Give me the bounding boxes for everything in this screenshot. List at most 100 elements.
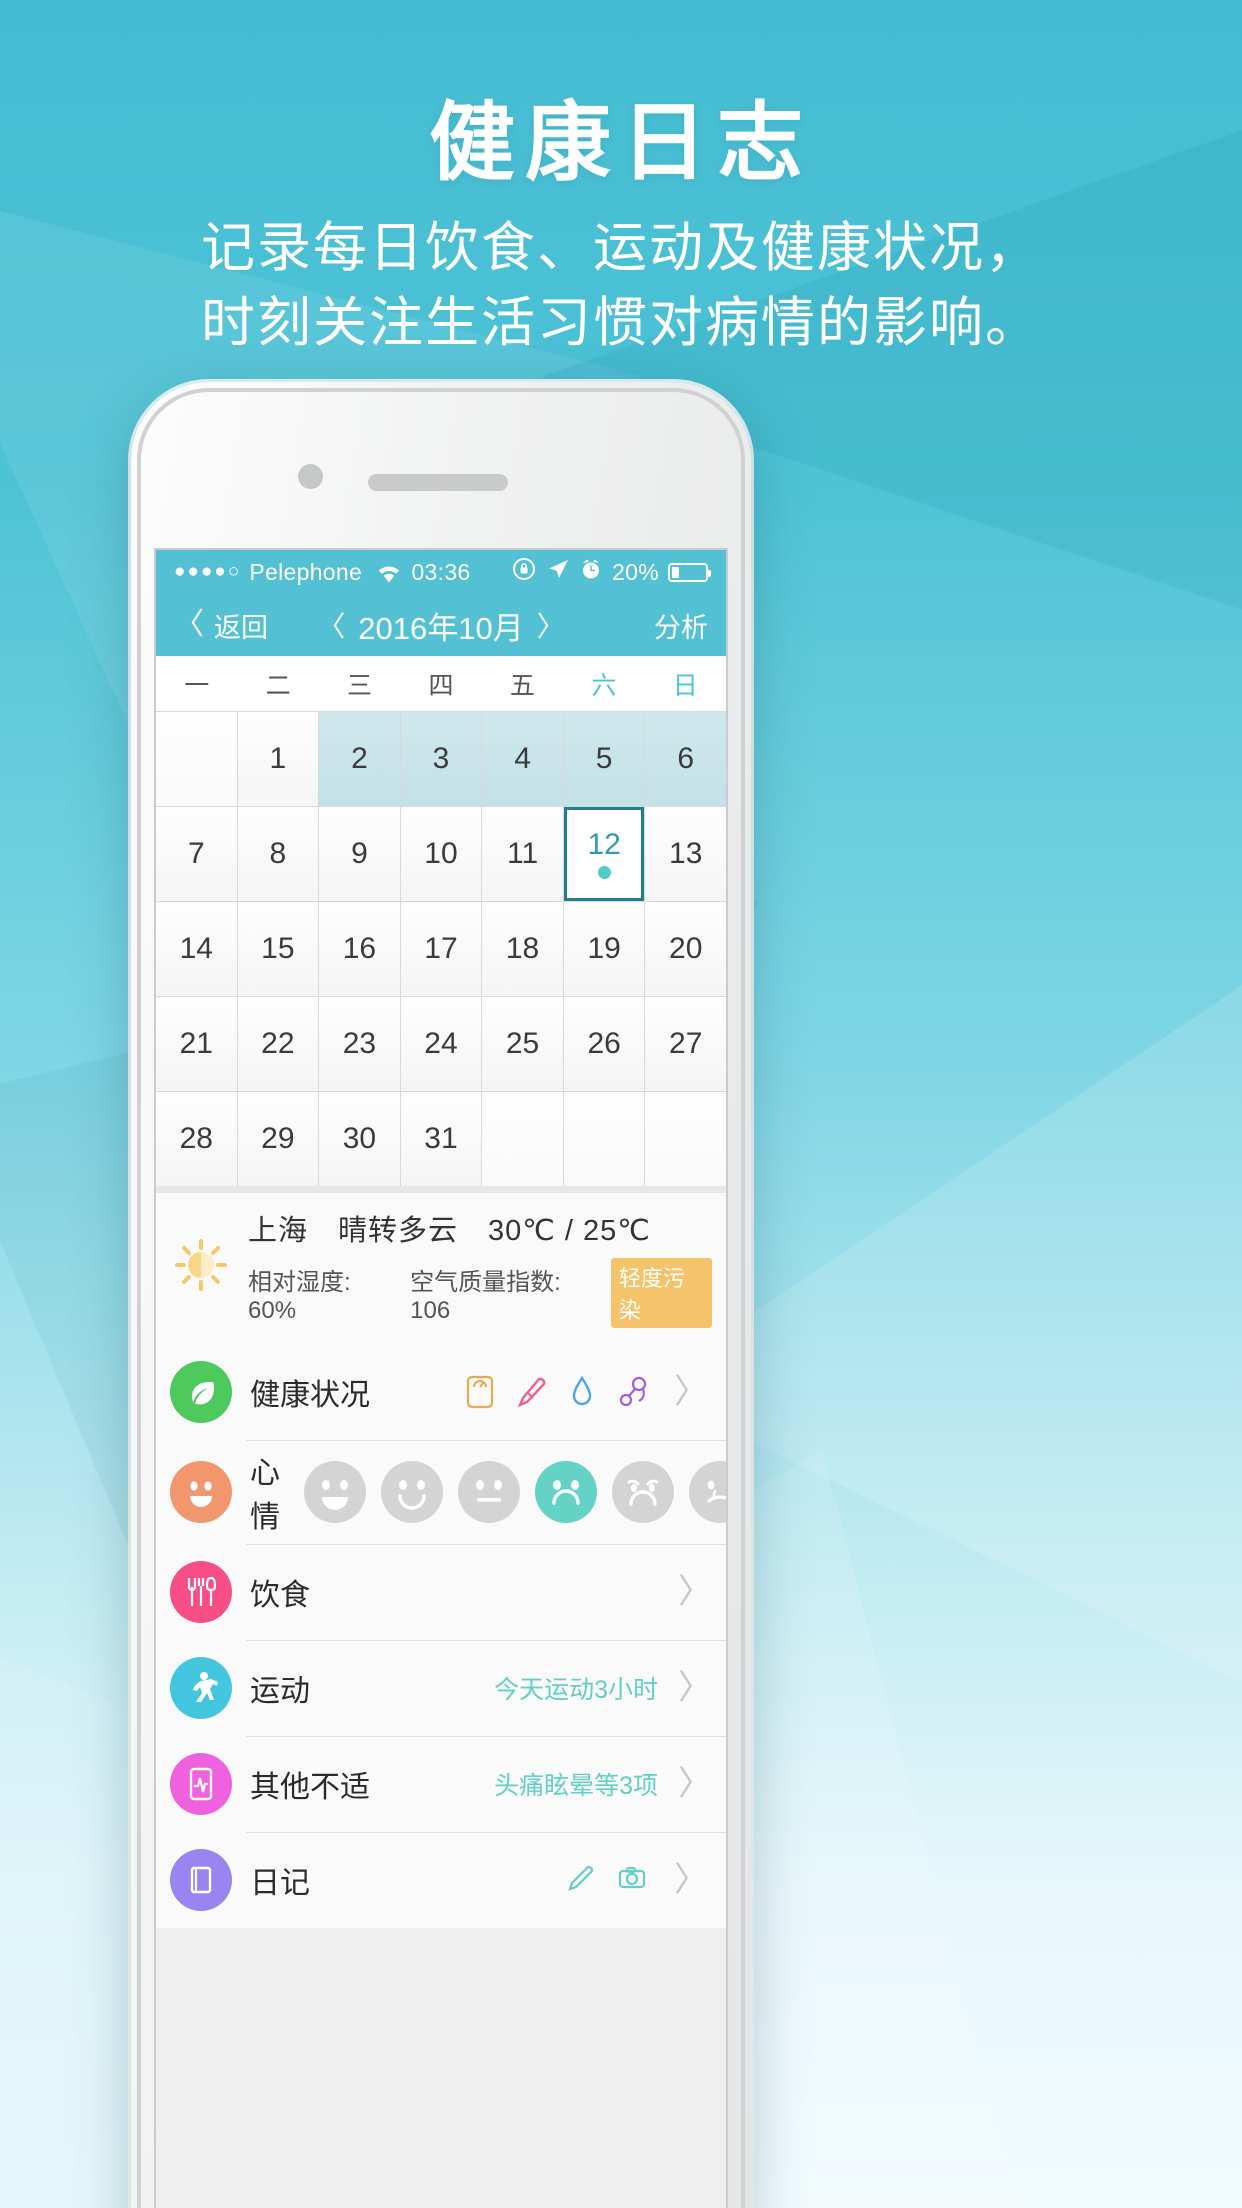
calendar-day-3[interactable]: 3 xyxy=(400,712,482,806)
calendar-day-28[interactable]: 28 xyxy=(156,1092,237,1186)
calendar-day-4[interactable]: 4 xyxy=(482,712,563,806)
calendar-day-26[interactable]: 26 xyxy=(563,997,645,1091)
mood-option-upset-face[interactable] xyxy=(689,1461,726,1523)
calendar-day-30[interactable]: 30 xyxy=(319,1092,400,1186)
calendar-day-16[interactable]: 16 xyxy=(319,902,400,996)
analysis-button[interactable]: 分析 xyxy=(654,606,708,645)
weekday-label-2: 三 xyxy=(347,671,373,700)
back-button[interactable]: 〈 返回 xyxy=(174,606,268,645)
calendar-day-22[interactable]: 22 xyxy=(237,997,319,1091)
calendar-day-17[interactable]: 17 xyxy=(400,902,482,996)
weather-details: 相对湿度: 60% 空气质量指数: 106 轻度污染 xyxy=(248,1258,712,1328)
promo-subtitle-line1: 记录每日饮食、运动及健康状况， xyxy=(201,218,1041,279)
calendar-day-14[interactable]: 14 xyxy=(156,902,237,996)
calendar-day-number: 20 xyxy=(669,932,703,965)
calendar-day-8[interactable]: 8 xyxy=(237,807,319,901)
calendar-day-24[interactable]: 24 xyxy=(400,997,482,1091)
chevron-left-icon: 〈 xyxy=(174,608,204,641)
calendar-day-number: 4 xyxy=(514,742,531,775)
weekday-label-5: 六 xyxy=(591,671,617,700)
scale-icon[interactable] xyxy=(464,1375,498,1409)
calendar-day-25[interactable]: 25 xyxy=(482,997,563,1091)
calendar-day-27[interactable]: 27 xyxy=(645,997,726,1091)
list-item-exercise[interactable]: 运动 今天运动3小时 〉 xyxy=(156,1640,726,1736)
day-detail-list: 上海 晴转多云 30℃ / 25℃ 相对湿度: 60% 空气质量指数: 106 … xyxy=(156,1186,726,1928)
weather-text: 上海 晴转多云 30℃ / 25℃ 相对湿度: 60% 空气质量指数: 106 … xyxy=(248,1207,712,1328)
chevron-right-icon: 〉 xyxy=(674,1861,708,1899)
calendar-day-number: 22 xyxy=(261,1027,295,1060)
calendar-day-number: 14 xyxy=(179,932,213,965)
status-right-group: 20% xyxy=(511,556,711,588)
mood-option-crying-face[interactable] xyxy=(612,1461,674,1523)
weekday-label-1: 二 xyxy=(265,671,291,700)
battery-icon xyxy=(668,562,711,582)
calendar-day-number: 1 xyxy=(269,742,287,775)
calendar-day-number: 18 xyxy=(505,932,540,965)
calendar-day-20[interactable]: 20 xyxy=(645,902,726,996)
calendar-day-11[interactable]: 11 xyxy=(482,807,563,901)
calendar-day-number: 6 xyxy=(677,742,695,775)
diary-indicator-icons: 〉 xyxy=(566,1863,708,1897)
camera-icon[interactable] xyxy=(617,1863,651,1897)
calendar-day-18[interactable]: 18 xyxy=(482,902,563,996)
calendar-day-5[interactable]: 5 xyxy=(563,712,645,806)
mood-option-neutral-face[interactable] xyxy=(458,1461,520,1523)
month-title: 2016年10月 xyxy=(358,610,524,646)
pen-icon[interactable] xyxy=(566,1863,600,1897)
list-item-health[interactable]: 健康状况 〉 xyxy=(156,1344,726,1440)
leaf-icon xyxy=(170,1361,232,1423)
mood-option-smile-face[interactable] xyxy=(381,1461,443,1523)
calendar-day-21[interactable]: 21 xyxy=(156,997,237,1091)
calendar-day-15[interactable]: 15 xyxy=(237,902,319,996)
prev-month-chevron-icon[interactable]: 〈 xyxy=(317,605,345,645)
calendar-day-2[interactable]: 2 xyxy=(319,712,400,806)
calendar-day-19[interactable]: 19 xyxy=(563,902,645,996)
water-drop-icon[interactable] xyxy=(566,1375,600,1409)
calendar-day-1[interactable]: 1 xyxy=(237,712,319,806)
list-item-discomfort[interactable]: 其他不适 头痛眩晕等3项 〉 xyxy=(156,1736,726,1832)
calendar-day-number: 15 xyxy=(261,932,295,965)
navigation-bar: 〈 返回 〈 2016年10月 〉 分析 xyxy=(156,594,726,656)
calendar-day-number: 7 xyxy=(187,837,205,870)
mood-option-sad-face[interactable] xyxy=(535,1461,597,1523)
weather-row[interactable]: 上海 晴转多云 30℃ / 25℃ 相对湿度: 60% 空气质量指数: 106 … xyxy=(156,1193,726,1344)
calendar-day-13[interactable]: 13 xyxy=(645,807,726,901)
sun-cloud-icon xyxy=(170,1234,232,1301)
book-icon xyxy=(170,1849,232,1911)
calendar-day-dot xyxy=(597,865,611,879)
calendar-day-9[interactable]: 9 xyxy=(319,807,400,901)
phone-mockup: ●●●●○ Pelephone 03:36 20% 〈 返回 〈 2016年10… xyxy=(131,382,751,2208)
chevron-right-icon: 〉 xyxy=(678,1669,712,1707)
chevron-right-icon: 〉 xyxy=(678,1573,712,1611)
calendar-day-number: 12 xyxy=(587,827,621,861)
list-item-diary[interactable]: 日记 〉 xyxy=(156,1832,726,1928)
phone-screen: ●●●●○ Pelephone 03:36 20% 〈 返回 〈 2016年10… xyxy=(154,548,728,2208)
calendar-day-7[interactable]: 7 xyxy=(156,807,237,901)
calendar-day-number: 17 xyxy=(424,932,458,965)
weather-summary: 上海 晴转多云 30℃ / 25℃ xyxy=(248,1215,651,1247)
alarm-clock-icon xyxy=(579,557,603,587)
calendar-day-number: 23 xyxy=(342,1027,377,1060)
battery-percent-label: 20% xyxy=(612,558,659,585)
calendar-day-number: 19 xyxy=(587,932,621,965)
stethoscope-icon[interactable] xyxy=(617,1375,651,1409)
calendar-day-12[interactable]: 12 xyxy=(563,807,645,901)
calendar-day-31[interactable]: 31 xyxy=(400,1092,482,1186)
mood-option-grin-face[interactable] xyxy=(304,1461,366,1523)
weekday-label-4: 五 xyxy=(509,671,535,700)
cutlery-icon xyxy=(170,1561,232,1623)
thermometer-icon[interactable] xyxy=(515,1375,549,1409)
calendar-day-6[interactable]: 6 xyxy=(645,712,726,806)
calendar-day-10[interactable]: 10 xyxy=(400,807,482,901)
list-item-mood[interactable]: 心情 xyxy=(156,1440,726,1544)
carrier-label: Pelephone xyxy=(249,558,363,585)
calendar-day-23[interactable]: 23 xyxy=(319,997,400,1091)
calendar-day-number: 24 xyxy=(424,1027,458,1060)
pulse-monitor-icon xyxy=(170,1753,232,1815)
calendar-day-29[interactable]: 29 xyxy=(237,1092,319,1186)
next-month-chevron-icon[interactable]: 〉 xyxy=(537,605,565,645)
calendar-day-empty xyxy=(482,1092,563,1186)
list-item-diet[interactable]: 饮食 〉 xyxy=(156,1544,726,1640)
calendar-day-number: 3 xyxy=(432,742,450,775)
promo-subtitle-line2: 时刻关注生活习惯对病情的影响。 xyxy=(201,292,1041,353)
